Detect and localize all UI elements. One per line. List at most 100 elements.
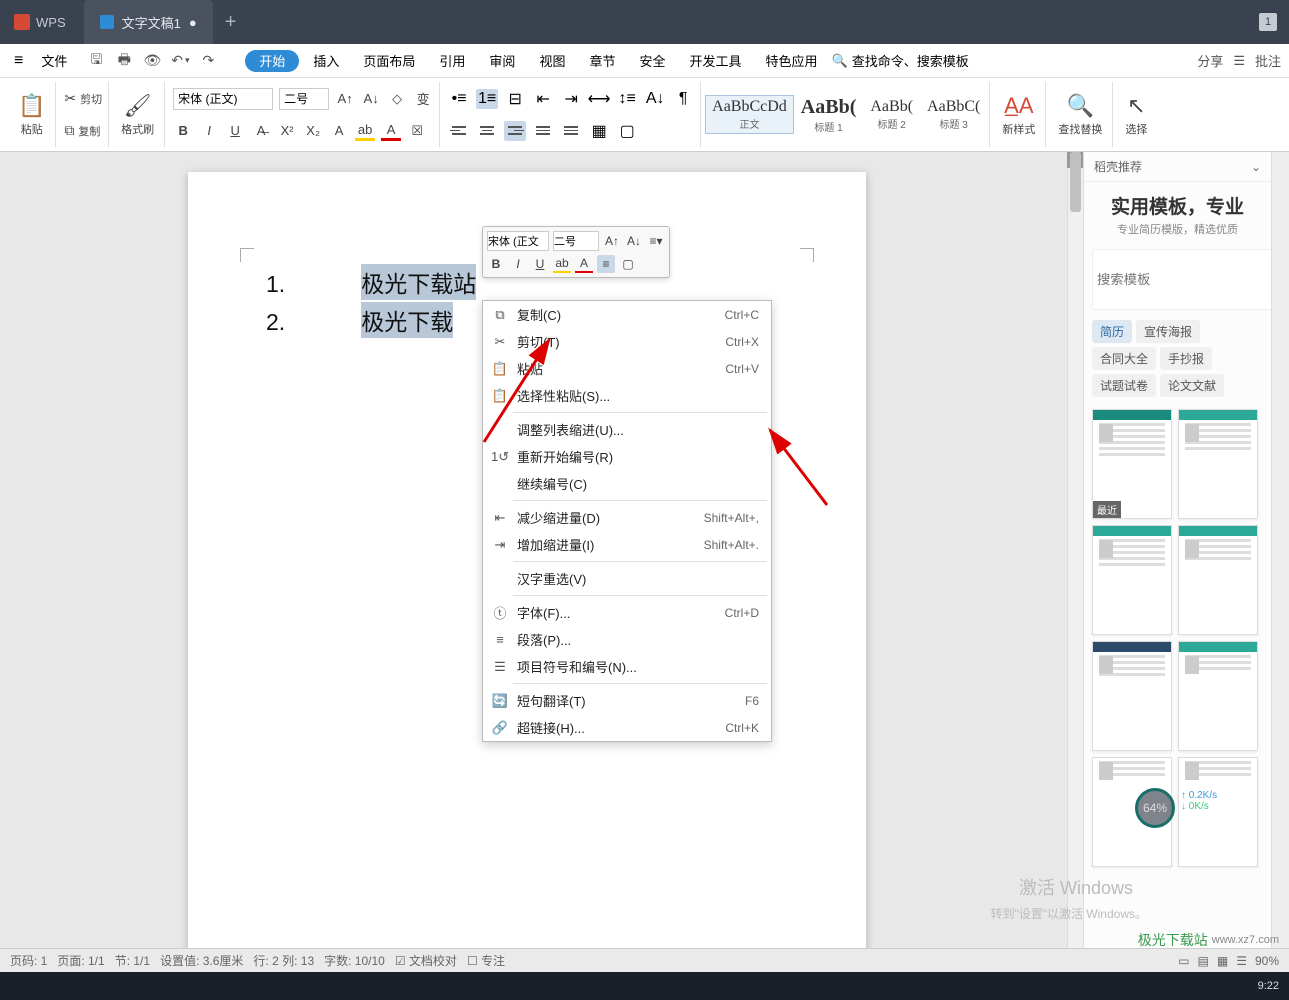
sidebar-header[interactable]: 稻壳推荐 ⌄ [1084,152,1271,182]
tag-contract[interactable]: 合同大全 [1092,347,1156,370]
tab-insert[interactable]: 插入 [303,44,349,77]
status-spellcheck[interactable]: ☑ 文档校对 [395,952,457,969]
tab-view[interactable]: 视图 [529,44,575,77]
mini-italic-button[interactable]: I [509,255,527,273]
save-icon[interactable]: 🖫 [87,52,105,70]
mini-bold-button[interactable]: B [487,255,505,273]
new-style-button[interactable]: A̲A 新样式 [998,91,1039,139]
style-heading3[interactable]: AaBbC( 标题 3 [920,95,987,134]
undo-icon[interactable]: ↶▾ [171,52,189,70]
align-right-button[interactable] [504,121,526,141]
find-replace-button[interactable]: 🔍 查找替换 [1054,91,1106,139]
status-setvalue[interactable]: 设置值: 3.6厘米 [160,952,243,969]
style-normal[interactable]: AaBbCcDd 正文 [705,95,794,134]
cm-paste-special[interactable]: 📋选择性粘贴(S)... [483,382,771,409]
status-section[interactable]: 节: 1/1 [115,952,150,969]
cm-bullets-numbering[interactable]: ☰项目符号和编号(N)... [483,653,771,680]
mini-highlight-button[interactable]: ab [553,255,571,273]
document-tab[interactable]: 文字文稿1 ● [84,0,213,44]
share-button[interactable]: 分享 [1197,51,1223,70]
template-thumb[interactable] [1178,757,1258,867]
canvas-area[interactable]: ▤ 1. 极光下载站 2. 极光下载 [0,152,1067,952]
template-thumb[interactable] [1178,525,1258,635]
tab-chapter[interactable]: 章节 [579,44,625,77]
format-painter-button[interactable]: 🖌 格式刷 [117,91,158,139]
status-page-pos[interactable]: 页码: 1 [10,952,47,969]
align-left-button[interactable] [448,121,470,141]
tag-poster[interactable]: 宣传海报 [1136,320,1200,343]
view-mode-icon[interactable]: ▭ [1178,954,1189,968]
bold-button[interactable]: B [173,121,193,141]
cut-button[interactable]: ✂剪切 [64,90,102,107]
cm-restart-numbering[interactable]: 1↺重新开始编号(R) [483,443,771,470]
cm-increase-indent[interactable]: ⇥增加缩进量(I)Shift+Alt+. [483,531,771,558]
strikethrough-button[interactable]: A̶ [251,121,271,141]
cm-font[interactable]: ⓣ字体(F)...Ctrl+D [483,599,771,626]
char-border-button[interactable]: ☒ [407,121,427,141]
right-rail[interactable] [1271,152,1289,952]
status-page[interactable]: 页面: 1/1 [57,952,104,969]
cm-hyperlink[interactable]: 🔗超链接(H)...Ctrl+K [483,714,771,741]
wps-logo[interactable]: WPS [0,14,80,30]
template-thumb[interactable] [1178,641,1258,751]
template-thumb[interactable] [1092,525,1172,635]
ruler-button[interactable]: ⟷ [588,89,610,109]
zoom-value[interactable]: 90% [1255,954,1279,968]
tag-handout[interactable]: 手抄报 [1160,347,1212,370]
status-line-col[interactable]: 行: 2 列: 13 [253,952,314,969]
superscript-button[interactable]: X² [277,121,297,141]
cm-paragraph[interactable]: ≡段落(P)... [483,626,771,653]
collab-label[interactable]: 批注 [1255,51,1281,70]
template-thumb[interactable]: 最近 [1092,409,1172,519]
tab-start[interactable]: 开始 [245,50,299,72]
status-chars[interactable]: 字数: 10/10 [324,952,385,969]
hamburger-icon[interactable]: ≡ [8,52,29,70]
increase-indent-button[interactable]: ⇥ [560,89,582,109]
view-mode-icon[interactable]: ▦ [1217,954,1228,968]
phonetic-icon[interactable]: 变 [413,89,433,109]
windows-taskbar[interactable]: 9:22 [0,972,1289,1000]
sort-icon[interactable]: A↓ [644,89,666,109]
font-size-select[interactable] [279,88,329,110]
mini-align-button[interactable]: ≡ [597,255,615,273]
align-center-button[interactable] [476,121,498,141]
tab-review[interactable]: 审阅 [479,44,525,77]
decrease-indent-button[interactable]: ⇤ [532,89,554,109]
font-color-button[interactable]: A [381,121,401,141]
italic-button[interactable]: I [199,121,219,141]
copy-button[interactable]: ⧉复制 [64,122,100,139]
command-search[interactable]: 🔍 查找命令、搜索模板 [832,51,969,70]
tag-thesis[interactable]: 论文文献 [1160,374,1224,397]
cm-continue-numbering[interactable]: 继续编号(C) [483,470,771,497]
align-distribute-button[interactable] [560,121,582,141]
mini-decrease-font-icon[interactable]: A↓ [625,232,643,250]
clear-format-icon[interactable]: ◇ [387,89,407,109]
tab-security[interactable]: 安全 [629,44,675,77]
multilevel-button[interactable]: ⊟ [504,89,526,109]
mini-font-size[interactable] [553,231,599,251]
mini-font-color-button[interactable]: A [575,255,593,273]
cm-adjust-list-indent[interactable]: 调整列表缩进(U)... [483,416,771,443]
cm-translate[interactable]: 🔄短句翻译(T)F6 [483,687,771,714]
template-thumb[interactable] [1178,409,1258,519]
file-menu[interactable]: 文件 [33,51,75,70]
print-icon[interactable]: 🖶 [115,52,133,70]
scrollbar-thumb[interactable] [1070,152,1081,212]
mini-numbering-icon[interactable]: ≡▾ [647,232,665,250]
template-search-input[interactable] [1092,249,1271,310]
font-name-select[interactable] [173,88,273,110]
view-mode-icon[interactable]: ☰ [1236,954,1247,968]
template-thumb[interactable] [1092,641,1172,751]
increase-font-icon[interactable]: A↑ [335,89,355,109]
mini-border-icon[interactable]: ▢ [619,255,637,273]
cm-cut[interactable]: ✂剪切(T)Ctrl+X [483,328,771,355]
numbering-button[interactable]: 1≡ [476,89,498,109]
style-heading1[interactable]: AaBb( 标题 1 [794,93,864,137]
line-spacing-icon[interactable]: ↕≡ [616,89,638,109]
align-justify-button[interactable] [532,121,554,141]
mini-underline-button[interactable]: U [531,255,549,273]
bullets-button[interactable]: •≡ [448,89,470,109]
subscript-button[interactable]: X₂ [303,121,323,141]
status-focus[interactable]: ☐ 专注 [467,952,505,969]
vertical-scrollbar[interactable] [1067,152,1083,952]
